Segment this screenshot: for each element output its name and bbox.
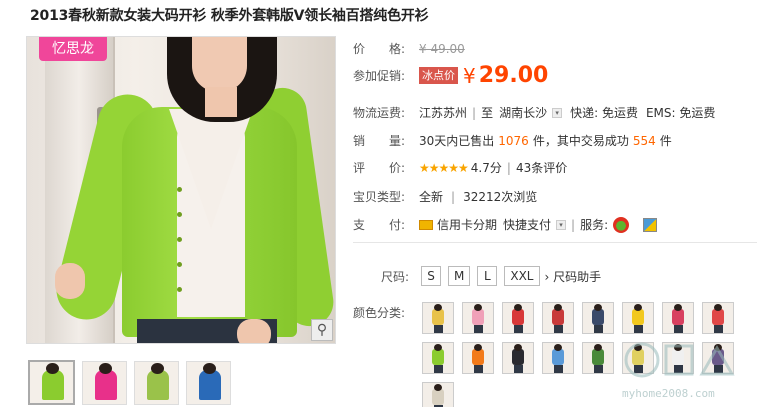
credit-card-icon — [419, 219, 433, 230]
color-swatch[interactable] — [422, 382, 454, 407]
rating-score: 4.7分 — [470, 161, 502, 175]
size-row: 尺码: S M L XXL › 尺码助手 — [353, 266, 601, 286]
color-label: 颜色分类: — [353, 306, 406, 320]
size-label: 尺码: — [380, 269, 409, 284]
item-condition: 全新 — [419, 190, 444, 204]
ship-from[interactable]: 江苏苏州 — [419, 104, 467, 121]
sales-prefix: 30天内已售出 — [419, 134, 495, 148]
color-swatch[interactable] — [502, 342, 534, 374]
size-options: S M L XXL — [421, 266, 540, 286]
size-option[interactable]: XXL — [504, 266, 540, 286]
review-count-link[interactable]: 43条评价 — [516, 159, 567, 176]
service-label: 服务: — [580, 218, 609, 232]
promo-price-row: 参加促销: 冰点价 ¥ 29.00 — [353, 63, 548, 88]
size-option[interactable]: S — [421, 266, 441, 286]
shipping-row: 物流运费: 江苏苏州 | 至 湖南长沙 ▾ 快递: 免运费 EMS: 免运费 — [353, 104, 716, 121]
color-swatch[interactable] — [662, 302, 694, 334]
thumbnail-image[interactable] — [82, 361, 127, 405]
sold-count: 1076 — [498, 133, 529, 148]
currency-symbol: ¥ — [463, 63, 476, 88]
promo-tag: 冰点价 — [419, 67, 458, 84]
price-label: 价 格: — [353, 42, 406, 56]
brand-tag: 忆思龙 — [39, 37, 107, 61]
size-option[interactable]: M — [448, 266, 471, 286]
chevron-down-icon[interactable]: ▾ — [552, 107, 563, 118]
ship-to[interactable]: 湖南长沙 — [499, 104, 547, 121]
color-swatch[interactable] — [462, 302, 494, 334]
section-divider — [353, 242, 757, 243]
watermark-text: myhome2008.com — [622, 387, 715, 400]
star-icon: ★★★★★ — [419, 160, 469, 175]
thumbnail-image[interactable] — [28, 360, 75, 405]
view-count: 32212次浏览 — [463, 190, 538, 204]
color-swatch[interactable] — [542, 342, 574, 374]
guarantee-icon[interactable] — [643, 217, 658, 232]
size-option[interactable]: L — [477, 266, 498, 286]
color-swatch[interactable] — [422, 302, 454, 334]
color-swatch[interactable] — [582, 342, 614, 374]
thumbnail-strip — [28, 360, 231, 405]
item-type-label: 宝贝类型: — [353, 190, 406, 204]
color-swatch[interactable] — [422, 342, 454, 374]
ems-fee: EMS: 免运费 — [645, 106, 716, 120]
rating-label: 评 价: — [353, 161, 406, 175]
sales-suffix: 件 — [659, 134, 672, 148]
quick-pay-link[interactable]: 快捷支付 — [503, 216, 551, 233]
shipping-label: 物流运费: — [353, 106, 406, 120]
payment-label: 支 付: — [353, 218, 406, 232]
thumbnail-image[interactable] — [186, 361, 231, 405]
credit-installment-link[interactable]: 信用卡分期 — [437, 216, 497, 233]
sales-row: 销 量: 30天内已售出 1076 件，其中交易成功 554 件 — [353, 132, 672, 149]
rating-row: 评 价: ★★★★★ 4.7分 | 43条评价 — [353, 159, 568, 176]
price-row: 价 格: ¥ 49.00 — [353, 40, 465, 57]
item-type-row: 宝贝类型: 全新 | 32212次浏览 — [353, 189, 538, 205]
express-fee: 快递: 免运费 — [570, 106, 638, 120]
color-swatch[interactable] — [702, 302, 734, 334]
service-badge-icon[interactable] — [613, 216, 630, 233]
magnifier-icon[interactable]: ⚲ — [311, 319, 333, 341]
color-swatch[interactable] — [542, 302, 574, 334]
original-price: ¥ 49.00 — [419, 41, 465, 56]
color-swatch[interactable] — [502, 302, 534, 334]
color-swatch[interactable] — [462, 342, 494, 374]
watermark-logo: myhome2008.com — [622, 336, 752, 402]
color-swatch[interactable] — [622, 302, 654, 334]
promo-label: 参加促销: — [353, 69, 406, 83]
chevron-down-icon[interactable]: ▾ — [556, 219, 567, 230]
ship-to-prefix: 至 — [481, 106, 494, 120]
color-swatch[interactable] — [582, 302, 614, 334]
product-title: 2013春秋新款女装大码开衫 秋季外套韩版V领长袖百搭纯色开衫 — [30, 8, 429, 24]
success-count: 554 — [632, 133, 656, 148]
payment-row: 支 付: 信用卡分期 快捷支付 ▾ | 服务: — [353, 216, 658, 233]
sales-middle: 件，其中交易成功 — [532, 134, 629, 148]
thumbnail-image[interactable] — [134, 361, 179, 405]
product-main-image[interactable]: 忆思龙 ⚲ — [26, 36, 336, 344]
sales-label: 销 量: — [353, 134, 406, 148]
size-helper-link[interactable]: › 尺码助手 — [545, 268, 602, 285]
current-price: 29.00 — [478, 63, 549, 88]
